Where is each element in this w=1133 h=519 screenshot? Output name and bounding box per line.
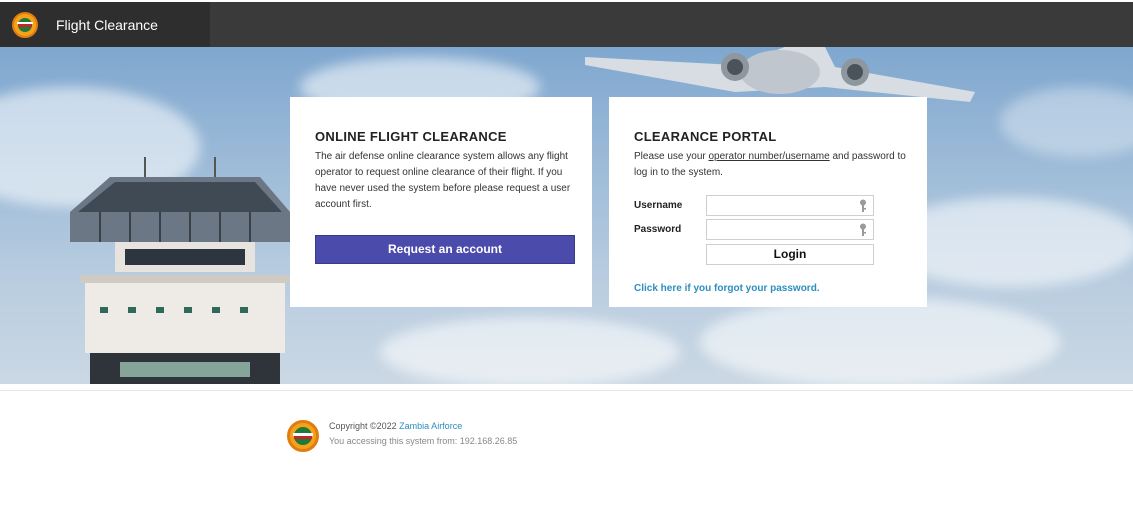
divider <box>0 390 1133 391</box>
access-ip-text: You accessing this system from: 192.168.… <box>329 436 518 446</box>
copyright-prefix: Copyright ©2022 <box>329 421 400 431</box>
password-row: Password <box>634 219 874 240</box>
login-button[interactable]: Login <box>706 244 874 265</box>
forgot-password-link[interactable]: Click here if you forgot your password. <box>634 283 820 294</box>
info-description: The air defense online clearance system … <box>315 151 571 210</box>
copyright-text: Copyright ©2022 Zambia Airforce <box>329 421 462 431</box>
portal-intro: Please use your operator number/username… <box>634 149 907 181</box>
username-input[interactable] <box>707 196 873 216</box>
password-input[interactable] <box>707 220 873 240</box>
username-label: Username <box>634 200 683 211</box>
username-row: Username <box>634 195 874 216</box>
operator-number-link[interactable]: operator number/username <box>709 151 830 162</box>
footer-airforce-logo-icon <box>287 420 319 452</box>
top-navbar: Flight Clearance <box>0 2 1133 47</box>
portal-heading: CLEARANCE PORTAL <box>634 129 777 144</box>
password-label: Password <box>634 224 682 235</box>
password-field-wrapper <box>706 219 874 240</box>
info-heading: ONLINE FLIGHT CLEARANCE <box>315 129 507 144</box>
org-link[interactable]: Zambia Airforce <box>399 421 462 431</box>
key-icon <box>860 223 866 236</box>
request-account-button[interactable]: Request an account <box>315 235 575 264</box>
brand[interactable]: Flight Clearance <box>0 2 210 47</box>
username-field-wrapper <box>706 195 874 216</box>
control-tower-image <box>70 157 290 384</box>
login-card: CLEARANCE PORTAL Please use your operato… <box>609 97 927 307</box>
intro-text: Please use your <box>634 151 709 162</box>
info-card: ONLINE FLIGHT CLEARANCE The air defense … <box>290 97 592 307</box>
app-title: Flight Clearance <box>56 16 158 33</box>
airforce-logo-icon <box>12 11 38 38</box>
key-icon <box>860 199 866 212</box>
